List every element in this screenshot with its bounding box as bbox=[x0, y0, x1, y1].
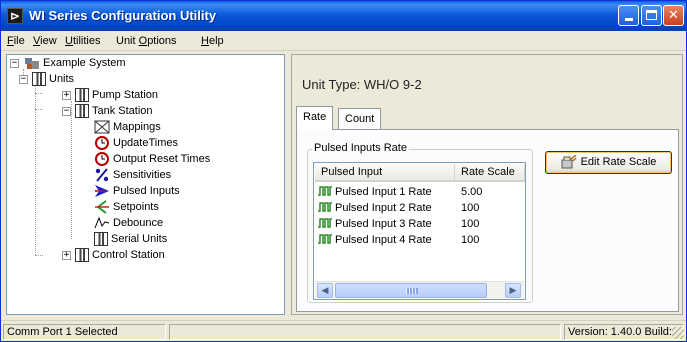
unit-icon bbox=[32, 72, 46, 87]
tree-sensitivities[interactable]: Sensitivities bbox=[94, 167, 171, 183]
tree-update-times[interactable]: UpdateTimes bbox=[94, 135, 178, 151]
tree-pump-station[interactable]: Pump Station bbox=[75, 87, 158, 103]
pulse-icon bbox=[318, 186, 332, 196]
tree-control-station[interactable]: Control Station bbox=[75, 247, 165, 263]
row-value: 100 bbox=[461, 202, 480, 214]
percent-icon bbox=[95, 168, 109, 182]
arrow-icon bbox=[95, 185, 109, 198]
table-row[interactable]: Pulsed Input 3 Rate 100 bbox=[315, 216, 524, 232]
menu-utilities[interactable]: Utilities bbox=[65, 35, 100, 47]
unit-icon bbox=[75, 88, 89, 103]
menu-view[interactable]: View bbox=[33, 35, 57, 47]
minimize-button[interactable] bbox=[618, 5, 639, 26]
row-value: 100 bbox=[461, 234, 480, 246]
tab-count[interactable]: Count bbox=[338, 108, 382, 130]
tree-output-reset-times[interactable]: Output Reset Times bbox=[94, 151, 210, 167]
collapse-example-system[interactable]: − bbox=[10, 59, 19, 68]
tree-debounce[interactable]: Debounce bbox=[94, 215, 163, 231]
tree-example-system[interactable]: Example System bbox=[24, 55, 126, 71]
table-row[interactable]: Pulsed Input 4 Rate 100 bbox=[315, 232, 524, 248]
scroll-left-button[interactable]: ◀ bbox=[317, 283, 333, 298]
expand-pump-station[interactable]: + bbox=[62, 91, 71, 100]
status-middle bbox=[169, 324, 561, 340]
unit-icon bbox=[94, 232, 108, 247]
menu-unit-options[interactable]: Unit Options bbox=[116, 35, 177, 47]
scroll-thumb[interactable] bbox=[335, 283, 487, 298]
pulsed-inputs-rate-group: Pulsed Inputs Rate Pulsed Input Rate Sca… bbox=[307, 142, 533, 303]
close-button[interactable]: ✕ bbox=[663, 5, 684, 26]
resize-grip-icon[interactable] bbox=[672, 327, 684, 339]
tab-rate[interactable]: Rate bbox=[296, 106, 334, 130]
tree-mappings[interactable]: Mappings bbox=[94, 119, 161, 135]
pulse-icon bbox=[318, 202, 332, 212]
row-value: 5.00 bbox=[461, 186, 483, 198]
unit-icon bbox=[75, 104, 89, 119]
table-row[interactable]: Pulsed Input 1 Rate 5.00 bbox=[315, 184, 524, 200]
group-label: Pulsed Inputs Rate bbox=[312, 142, 409, 154]
tree-connector bbox=[35, 85, 36, 255]
status-bar: Comm Port 1 Selected Version: 1.40.0 Bui… bbox=[1, 320, 686, 341]
column-header-rate-scale[interactable]: Rate Scale bbox=[455, 164, 525, 182]
tree-connector bbox=[35, 255, 43, 256]
row-name: Pulsed Input 4 Rate bbox=[335, 234, 432, 246]
menu-bar: File View Utilities Unit Options Help bbox=[1, 31, 686, 51]
tree-connector bbox=[35, 109, 43, 110]
tree-setpoints[interactable]: Setpoints bbox=[94, 199, 159, 215]
minimize-icon bbox=[624, 18, 633, 21]
tree-tank-station[interactable]: Tank Station bbox=[75, 103, 153, 119]
row-value: 100 bbox=[461, 218, 480, 230]
debounce-icon bbox=[94, 216, 110, 229]
tree-pulsed-inputs[interactable]: Pulsed Inputs bbox=[94, 183, 180, 199]
title-bar[interactable]: ⊳ WI Series Configuration Utility ✕ bbox=[1, 1, 686, 31]
row-name: Pulsed Input 1 Rate bbox=[335, 186, 432, 198]
unit-icon bbox=[75, 248, 89, 263]
mappings-icon bbox=[94, 120, 110, 134]
clock-icon bbox=[95, 136, 109, 151]
maximize-icon bbox=[646, 10, 657, 20]
table-row[interactable]: Pulsed Input 2 Rate 100 bbox=[315, 200, 524, 216]
status-comm-port: Comm Port 1 Selected bbox=[3, 324, 166, 340]
expand-control-station[interactable]: + bbox=[62, 251, 71, 260]
edit-rate-scale-button[interactable]: Edit Rate Scale bbox=[545, 151, 672, 174]
collapse-tank-station[interactable]: − bbox=[62, 107, 71, 116]
grip-icon bbox=[406, 288, 418, 294]
clock-icon bbox=[95, 152, 109, 167]
row-name: Pulsed Input 3 Rate bbox=[335, 218, 432, 230]
collapse-units[interactable]: − bbox=[19, 75, 28, 84]
status-version: Version: 1.40.0 Build: bbox=[564, 324, 684, 340]
tree-serial-units[interactable]: Serial Units bbox=[94, 231, 167, 247]
unit-tree[interactable]: − Example System − Units + Pump Station … bbox=[6, 54, 285, 315]
horizontal-scrollbar[interactable]: ◀ ▶ bbox=[315, 281, 524, 298]
row-name: Pulsed Input 2 Rate bbox=[335, 202, 432, 214]
app-icon[interactable]: ⊳ bbox=[7, 8, 23, 24]
chevron-left-icon: ◀ bbox=[321, 285, 329, 295]
menu-help[interactable]: Help bbox=[201, 35, 224, 47]
scroll-right-button[interactable]: ▶ bbox=[505, 283, 521, 298]
menu-file[interactable]: File bbox=[7, 35, 25, 47]
setpoint-icon bbox=[95, 200, 109, 214]
maximize-button[interactable] bbox=[641, 5, 662, 26]
tree-connector bbox=[71, 101, 72, 239]
app-window: ⊳ WI Series Configuration Utility ✕ File… bbox=[0, 0, 687, 342]
column-header-pulsed-input[interactable]: Pulsed Input bbox=[315, 164, 455, 182]
pulsed-inputs-list[interactable]: Pulsed Input Rate Scale Pulsed Input 1 R… bbox=[313, 162, 526, 300]
close-icon: ✕ bbox=[668, 8, 679, 23]
chevron-right-icon: ▶ bbox=[509, 285, 517, 295]
window-title: WI Series Configuration Utility bbox=[29, 8, 217, 23]
pulse-icon bbox=[318, 218, 332, 228]
pulse-icon bbox=[318, 234, 332, 244]
tree-units[interactable]: Units bbox=[32, 71, 74, 87]
rate-tab-panel: Pulsed Inputs Rate Pulsed Input Rate Sca… bbox=[296, 129, 679, 312]
tree-connector bbox=[35, 93, 43, 94]
unit-type-label: Unit Type: WH/O 9-2 bbox=[302, 77, 422, 92]
system-icon bbox=[25, 58, 39, 70]
detail-panel: Unit Type: WH/O 9-2 Rate Count Pulsed In… bbox=[291, 54, 683, 315]
edit-scale-icon bbox=[561, 155, 577, 169]
